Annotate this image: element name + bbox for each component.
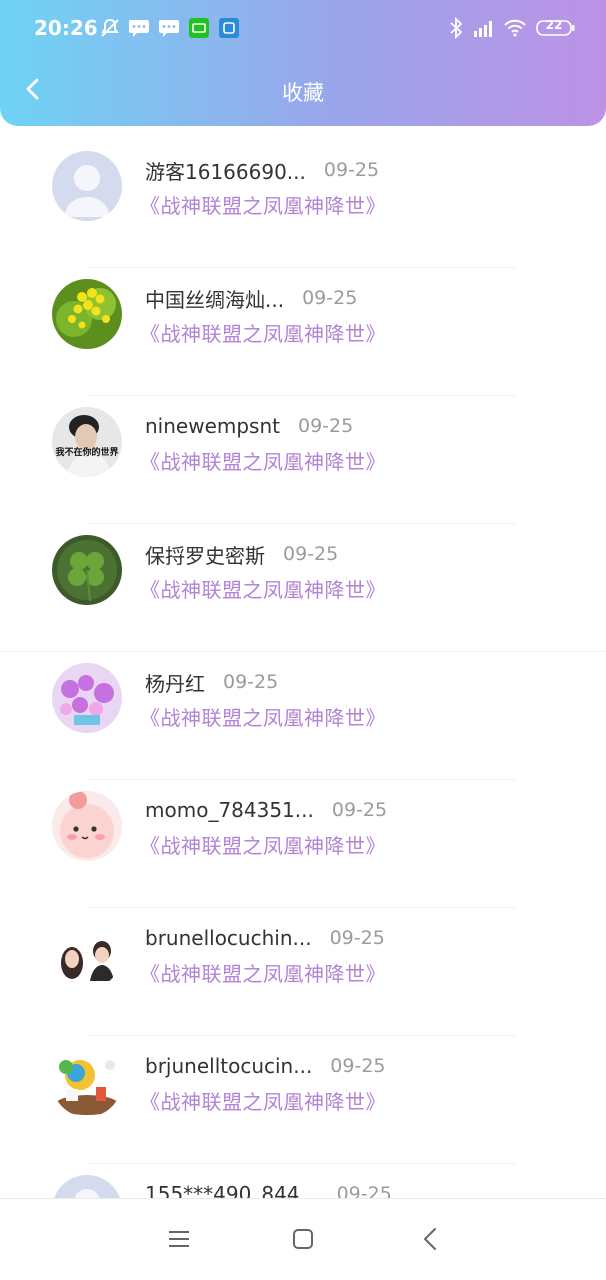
date: 09-25 — [283, 543, 339, 565]
message-icon — [158, 16, 180, 40]
iqiyi-icon — [188, 16, 210, 40]
avatar-caption: 我不在你的世界 — [55, 448, 119, 458]
list-item[interactable]: brunellocuchin... 09-25 《战神联盟之凤凰神降世》 — [0, 908, 606, 1036]
user-name: brunellocuchin... — [145, 926, 312, 950]
date: 09-25 — [330, 1055, 386, 1077]
battery-icon: 22 — [536, 16, 576, 40]
date: 09-25 — [336, 1183, 392, 1198]
list-item[interactable]: 我不在你的世界 ninewempsnt 09-25 《战神联盟之凤凰神降世》 — [0, 396, 606, 524]
name-row: ninewempsnt 09-25 — [145, 412, 353, 440]
collected-title[interactable]: 《战神联盟之凤凰神降世》 — [140, 1086, 386, 1115]
date: 09-25 — [302, 287, 358, 309]
user-name: ninewempsnt — [145, 414, 280, 438]
date: 09-25 — [331, 799, 388, 821]
user-name: 游客16166690... — [145, 159, 306, 184]
message-icon — [128, 16, 150, 40]
name-row: brjunelltocucin... 09-25 — [145, 1052, 386, 1080]
page-title: 收藏 — [282, 81, 324, 105]
user-name: 中国丝绸海灿... — [145, 287, 285, 312]
collected-title[interactable]: 《战神联盟之凤凰神降世》 — [140, 958, 386, 987]
avatar — [52, 151, 122, 221]
app-header: 20:26 22 收藏 — [0, 0, 606, 126]
avatar — [52, 1047, 122, 1117]
battery-level: 22 — [545, 18, 563, 32]
avatar — [52, 663, 122, 733]
user-name: 保捋罗史密斯 — [145, 543, 265, 568]
home-icon — [293, 1229, 313, 1249]
collected-title[interactable]: 《战神联盟之凤凰神降世》 — [140, 190, 386, 219]
menu-button[interactable] — [164, 1224, 194, 1254]
avatar — [52, 791, 122, 861]
date: 09-25 — [329, 927, 385, 949]
app-icon — [218, 16, 240, 40]
system-back-button[interactable] — [416, 1224, 446, 1254]
collected-title[interactable]: 《战神联盟之凤凰神降世》 — [140, 318, 386, 347]
list-item[interactable]: 游客16166690... 09-25 《战神联盟之凤凰神降世》 — [0, 140, 606, 268]
collected-title[interactable]: 《战神联盟之凤凰神降世》 — [140, 830, 386, 859]
date: 09-25 — [323, 159, 380, 181]
avatar — [52, 535, 122, 605]
name-row: 游客16166690... 09-25 — [145, 156, 379, 184]
signal-icon — [470, 16, 496, 40]
mute-icon — [98, 16, 122, 40]
avatar — [52, 279, 122, 349]
status-time: 20:26 — [34, 16, 98, 40]
name-row: 保捋罗史密斯 09-25 — [145, 540, 338, 568]
favorites-list[interactable]: 游客16166690... 09-25 《战神联盟之凤凰神降世》 中国丝绸海灿.… — [0, 140, 606, 1198]
date: 09-25 — [223, 671, 279, 693]
title-bar: 收藏 — [0, 60, 606, 122]
user-name: 杨丹红 — [145, 671, 205, 696]
collected-title[interactable]: 《战神联盟之凤凰神降世》 — [140, 702, 386, 731]
list-item[interactable]: brjunelltocucin... 09-25 《战神联盟之凤凰神降世》 — [0, 1036, 606, 1164]
wifi-icon — [502, 16, 528, 40]
list-item[interactable]: 保捋罗史密斯 09-25 《战神联盟之凤凰神降世》 — [0, 524, 606, 652]
avatar: 我不在你的世界 — [52, 407, 122, 477]
menu-icon — [169, 1231, 189, 1247]
back-icon — [424, 1228, 436, 1250]
name-row: 中国丝绸海灿... 09-25 — [145, 284, 357, 312]
name-row: brunellocuchin... 09-25 — [145, 924, 385, 952]
list-item[interactable]: 155***490_844... 09-25 — [0, 1164, 606, 1198]
list-item[interactable]: 杨丹红 09-25 《战神联盟之凤凰神降世》 — [0, 652, 606, 780]
system-nav-bar — [0, 1198, 606, 1280]
list-item[interactable]: 中国丝绸海灿... 09-25 《战神联盟之凤凰神降世》 — [0, 268, 606, 396]
bluetooth-icon — [448, 16, 464, 40]
date: 09-25 — [298, 415, 354, 437]
collected-title[interactable]: 《战神联盟之凤凰神降世》 — [140, 574, 386, 603]
user-name: brjunelltocucin... — [145, 1054, 313, 1078]
avatar — [52, 919, 122, 989]
name-row: 155***490_844... 09-25 — [145, 1180, 392, 1198]
name-row: momo_784351... 09-25 — [145, 796, 387, 824]
home-button[interactable] — [288, 1224, 318, 1254]
collected-title[interactable]: 《战神联盟之凤凰神降世》 — [140, 446, 386, 475]
list-item[interactable]: momo_784351... 09-25 《战神联盟之凤凰神降世》 — [0, 780, 606, 908]
user-name: 155***490_844... — [145, 1182, 319, 1198]
name-row: 杨丹红 09-25 — [145, 668, 278, 696]
user-name: momo_784351... — [145, 798, 314, 822]
avatar — [52, 1175, 122, 1198]
status-bar: 20:26 22 — [0, 0, 606, 60]
